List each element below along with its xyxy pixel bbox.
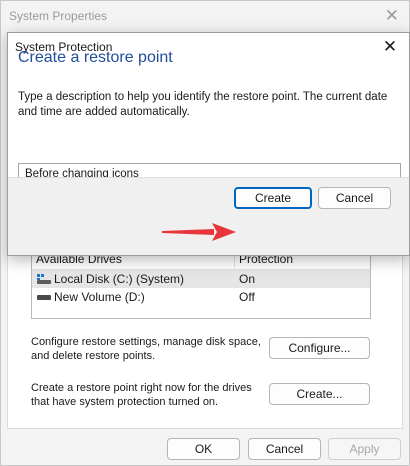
- drive-name: Local Disk (C:) (System): [54, 272, 185, 286]
- dialog-cancel-button[interactable]: Cancel: [318, 187, 391, 209]
- create-restore-point-button[interactable]: Create...: [269, 383, 370, 405]
- drive-row[interactable]: Local Disk (C:) (System) On: [32, 270, 370, 288]
- drives-table[interactable]: Available Drives Protection Local Disk (…: [31, 245, 371, 319]
- create-description: Create a restore point right now for the…: [31, 382, 252, 408]
- red-arrow-icon: [162, 223, 236, 241]
- create-button[interactable]: Create: [234, 187, 312, 209]
- drive-protection: On: [239, 272, 256, 286]
- drive-protection: Off: [239, 290, 255, 304]
- system-drive-icon: [37, 274, 51, 284]
- close-icon[interactable]: ✕: [379, 36, 401, 58]
- close-icon[interactable]: ✕: [385, 7, 399, 25]
- dialog-description: Type a description to help you identify …: [18, 91, 388, 118]
- drive-name: New Volume (D:): [54, 290, 145, 304]
- cancel-button[interactable]: Cancel: [248, 438, 321, 460]
- apply-button[interactable]: Apply: [328, 438, 401, 460]
- page-title: Create a restore point: [18, 49, 173, 66]
- configure-button[interactable]: Configure...: [269, 337, 370, 359]
- drive-icon: [37, 295, 51, 300]
- system-properties-title: System Properties: [9, 9, 108, 23]
- system-properties-titlebar: System Properties ✕: [1, 1, 409, 33]
- drive-row[interactable]: New Volume (D:) Off: [32, 288, 370, 306]
- ok-button[interactable]: OK: [167, 438, 240, 460]
- configure-description: Configure restore settings, manage disk …: [31, 336, 261, 362]
